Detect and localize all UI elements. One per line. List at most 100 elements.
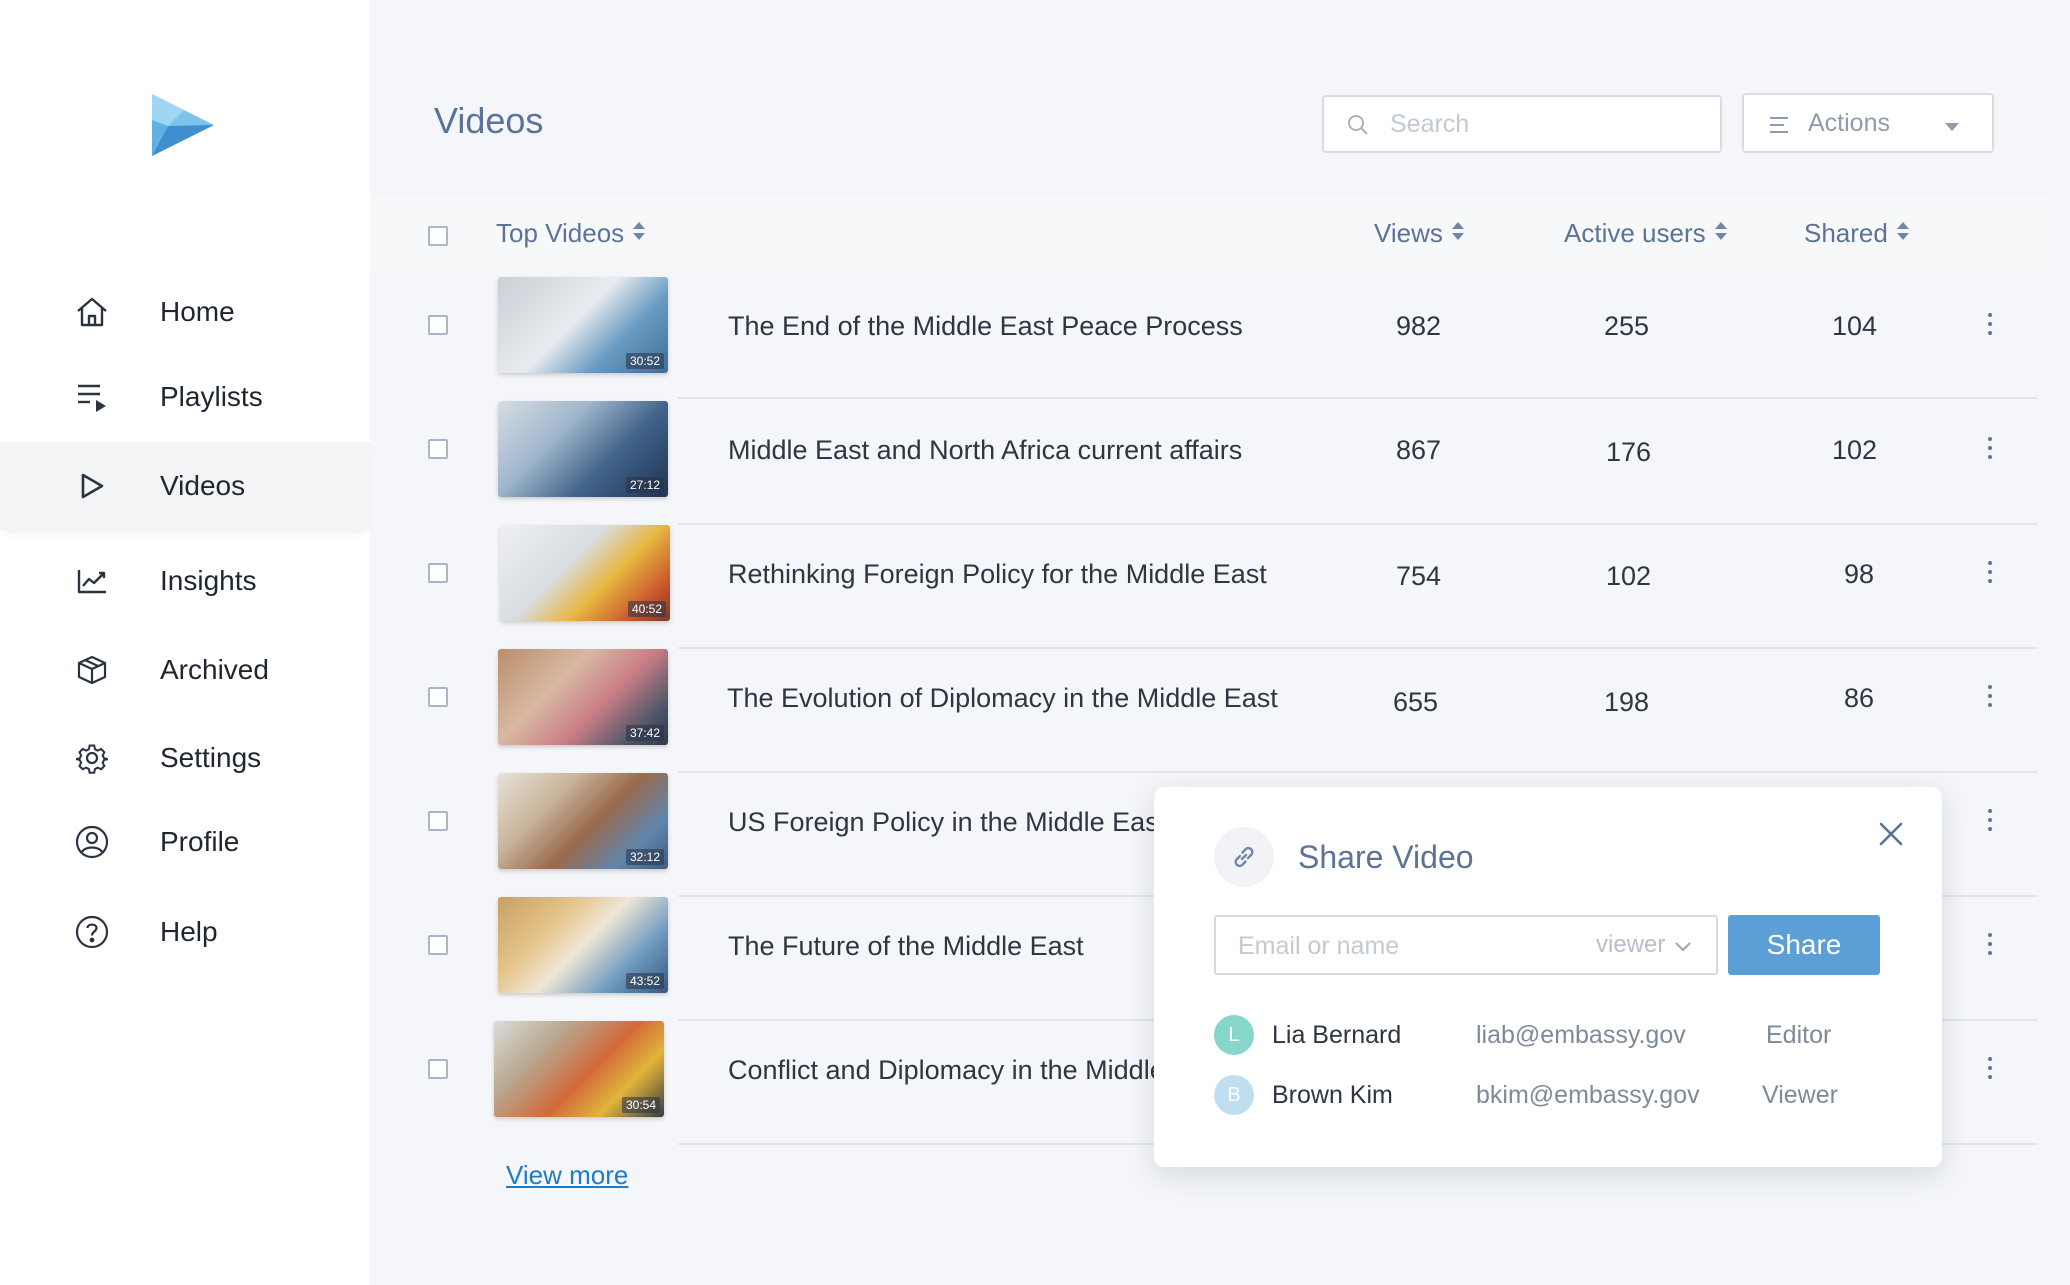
active-users-count: 198	[1604, 687, 1650, 717]
video-thumbnail[interactable]: 40:52	[500, 525, 670, 621]
table-row[interactable]: 37:42 The Evolution of Diplomacy in the …	[370, 649, 2038, 773]
table-row[interactable]: 30:52 The End of the Middle East Peace P…	[370, 277, 2038, 401]
sort-icon	[1451, 218, 1465, 249]
sidebar-item-label: Help	[160, 916, 218, 947]
sidebar-item-help[interactable]: Help	[0, 888, 370, 976]
views-count: 867	[1396, 435, 1442, 465]
search-input[interactable]	[1390, 107, 1710, 141]
person-email: liab@embassy.gov	[1476, 1021, 1686, 1049]
video-title[interactable]: Conflict and Diplomacy in the Middle	[728, 1055, 1165, 1086]
video-thumbnail[interactable]: 27:12	[498, 401, 668, 497]
person-name: Brown Kim	[1272, 1081, 1393, 1109]
sidebar-item-label: Archived	[160, 654, 269, 685]
search-icon	[1346, 113, 1370, 142]
row-checkbox[interactable]	[428, 315, 448, 335]
sidebar-item-label: Videos	[160, 470, 246, 501]
video-thumbnail[interactable]: 43:52	[498, 897, 668, 993]
sidebar-item-playlists[interactable]: Playlists	[0, 353, 370, 441]
box-icon	[74, 652, 110, 688]
email-field[interactable]: viewer	[1214, 915, 1718, 975]
sort-icon	[1896, 218, 1910, 249]
active-users-count: 176	[1606, 437, 1652, 467]
video-title[interactable]: The Evolution of Diplomacy in the Middle…	[727, 683, 1278, 714]
person-role[interactable]: Viewer	[1762, 1081, 1838, 1110]
video-title[interactable]: Middle East and North Africa current aff…	[728, 435, 1242, 466]
sort-icon	[632, 218, 646, 249]
play-logo-icon[interactable]	[148, 92, 218, 158]
duration-badge: 30:52	[625, 353, 664, 369]
chart-icon	[74, 563, 110, 599]
video-thumbnail[interactable]: 32:12	[498, 773, 668, 869]
sidebar-item-home[interactable]: Home	[0, 268, 370, 356]
row-checkbox[interactable]	[428, 439, 448, 459]
search-box[interactable]	[1322, 95, 1722, 153]
video-thumbnail[interactable]: 30:54	[494, 1021, 664, 1117]
sidebar-item-insights[interactable]: Insights	[0, 537, 370, 625]
column-header-label: Views	[1374, 218, 1443, 248]
row-checkbox[interactable]	[428, 935, 448, 955]
close-icon[interactable]	[1878, 821, 1904, 847]
duration-badge: 30:54	[621, 1097, 660, 1113]
video-title[interactable]: Rethinking Foreign Policy for the Middle…	[728, 559, 1267, 590]
video-title[interactable]: The End of the Middle East Peace Process	[728, 311, 1243, 342]
caret-down-icon	[1944, 119, 1960, 137]
sidebar-item-label: Playlists	[160, 381, 263, 412]
video-thumbnail[interactable]: 30:52	[498, 277, 668, 373]
column-header-active-users[interactable]: Active users	[1564, 218, 1728, 249]
role-select[interactable]: viewer	[1596, 931, 1692, 959]
sidebar-item-label: Home	[160, 296, 235, 327]
column-header-views[interactable]: Views	[1374, 218, 1465, 249]
column-header-label: Active users	[1564, 218, 1706, 248]
row-checkbox[interactable]	[428, 563, 448, 583]
views-count: 754	[1396, 561, 1442, 591]
table-row[interactable]: 40:52 Rethinking Foreign Policy for the …	[370, 525, 2038, 649]
more-options-icon[interactable]	[1980, 681, 2000, 711]
more-options-icon[interactable]	[1980, 929, 2000, 959]
column-header-title[interactable]: Top Videos	[496, 218, 646, 249]
shared-count: 86	[1844, 683, 1875, 713]
row-checkbox[interactable]	[428, 1059, 448, 1079]
duration-badge: 40:52	[627, 601, 666, 617]
view-more-link[interactable]: View more	[506, 1160, 628, 1191]
person-role[interactable]: Editor	[1766, 1021, 1831, 1050]
column-header-shared[interactable]: Shared	[1804, 218, 1910, 249]
link-icon	[1214, 827, 1274, 887]
more-options-icon[interactable]	[1980, 805, 2000, 835]
shared-count: 104	[1832, 311, 1878, 341]
row-checkbox[interactable]	[428, 811, 448, 831]
sidebar-item-videos[interactable]: Videos	[0, 442, 370, 530]
filter-lines-icon	[1768, 115, 1790, 140]
video-title[interactable]: The Future of the Middle East	[728, 931, 1084, 962]
views-count: 655	[1393, 687, 1439, 717]
video-title[interactable]: US Foreign Policy in the Middle East	[728, 807, 1166, 838]
row-divider	[678, 397, 2038, 399]
sidebar-item-profile[interactable]: Profile	[0, 798, 370, 886]
more-options-icon[interactable]	[1980, 309, 2000, 339]
table-row[interactable]: 27:12 Middle East and North Africa curre…	[370, 397, 2038, 525]
actions-dropdown[interactable]: Actions	[1742, 93, 1994, 153]
row-checkbox[interactable]	[428, 687, 448, 707]
active-users-count: 255	[1604, 311, 1650, 341]
user-circle-icon	[74, 824, 110, 860]
sidebar-item-archived[interactable]: Archived	[0, 626, 370, 714]
share-video-dialog: Share Video viewer Share L Lia Bernard l…	[1154, 787, 1942, 1167]
video-thumbnail[interactable]: 37:42	[498, 649, 668, 745]
shared-person-row: B Brown Kim bkim@embassy.gov Viewer	[1214, 1073, 1894, 1117]
duration-badge: 27:12	[625, 477, 664, 493]
more-options-icon[interactable]	[1980, 557, 2000, 587]
duration-badge: 32:12	[625, 849, 664, 865]
chevron-down-icon	[1675, 931, 1692, 959]
role-select-value: viewer	[1596, 931, 1666, 958]
avatar: B	[1214, 1075, 1254, 1115]
avatar: L	[1214, 1015, 1254, 1055]
more-options-icon[interactable]	[1980, 433, 2000, 463]
sidebar-item-label: Settings	[160, 742, 262, 773]
share-button[interactable]: Share	[1728, 915, 1880, 975]
more-options-icon[interactable]	[1980, 1053, 2000, 1083]
sidebar: Home Playlists Videos Insights Archived …	[0, 0, 370, 1285]
email-input[interactable]	[1238, 929, 1568, 963]
column-header-label: Top Videos	[496, 218, 625, 248]
person-email: bkim@embassy.gov	[1476, 1081, 1700, 1109]
sidebar-item-settings[interactable]: Settings	[0, 714, 370, 802]
select-all-checkbox[interactable]	[428, 226, 448, 246]
